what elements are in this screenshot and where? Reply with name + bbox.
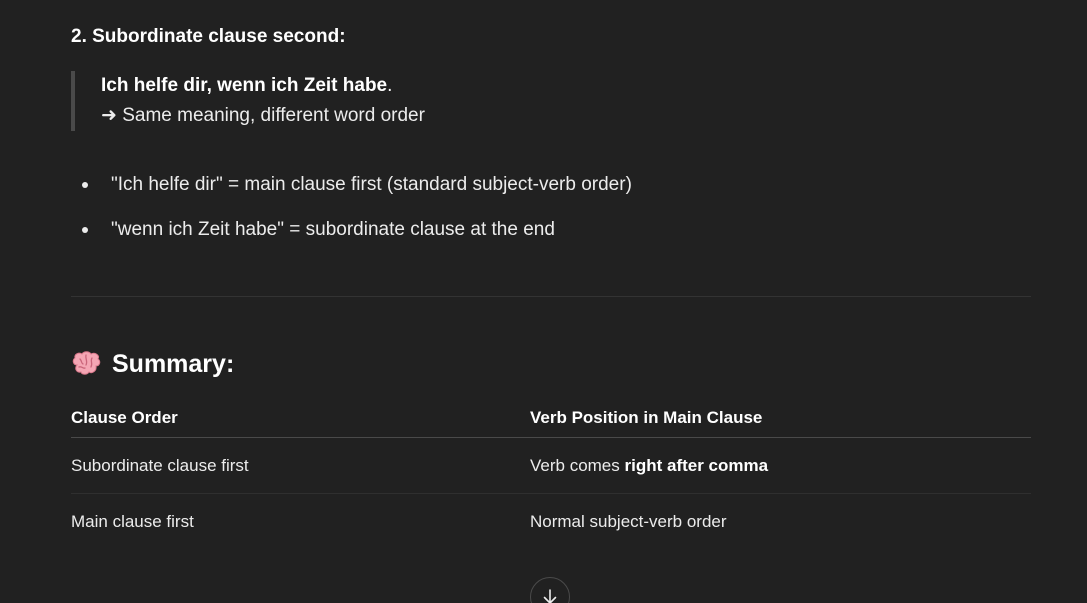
table-row: Subordinate clause first Verb comes righ… — [71, 438, 1031, 494]
table-row: Main clause first Normal subject-verb or… — [71, 494, 1031, 549]
section-heading: 2. Subordinate clause second: — [71, 26, 346, 47]
bullet-list: "Ich helfe dir" = main clause first (sta… — [71, 170, 632, 260]
table-cell: Verb comes right after comma — [530, 438, 1031, 493]
example-blockquote: Ich helfe dir, wenn ich Zeit habe. ➜ Sam… — [71, 71, 425, 131]
list-item: "wenn ich Zeit habe" = subordinate claus… — [71, 215, 632, 260]
table-header-clause-order: Clause Order — [71, 408, 178, 427]
quote-note: ➜ Same meaning, different word order — [101, 105, 425, 126]
list-item: "Ich helfe dir" = main clause first (sta… — [71, 170, 632, 215]
table-cell-emphasis: right after comma — [624, 456, 769, 475]
table-header-verb-position: Verb Position in Main Clause — [530, 408, 763, 427]
table-header-row: Clause Order Verb Position in Main Claus… — [71, 400, 1031, 438]
table-cell: Normal subject-verb order — [530, 494, 1031, 549]
list-item-text: "wenn ich Zeit habe" = subordinate claus… — [111, 219, 555, 240]
table-cell: Subordinate clause first — [71, 456, 249, 475]
summary-heading: Summary: — [71, 350, 234, 379]
quote-example-period: . — [387, 75, 393, 96]
bullet-dot — [82, 227, 88, 233]
arrow-down-icon — [543, 589, 557, 603]
table-cell: Main clause first — [71, 512, 194, 531]
quote-example-sentence: Ich helfe dir, wenn ich Zeit habe — [101, 75, 388, 96]
horizontal-divider — [71, 296, 1031, 297]
brain-icon — [71, 350, 103, 379]
summary-heading-text: Summary: — [112, 350, 235, 378]
table-cell-text: Verb comes — [530, 456, 625, 475]
quote-example: Ich helfe dir, wenn ich Zeit habe. — [101, 71, 425, 101]
list-item-text: "Ich helfe dir" = main clause first (sta… — [111, 174, 632, 195]
scroll-to-bottom-button[interactable] — [530, 577, 570, 603]
summary-table: Clause Order Verb Position in Main Claus… — [71, 400, 1031, 549]
table-cell-text: Normal subject-verb order — [530, 512, 727, 531]
bullet-dot — [82, 182, 88, 188]
